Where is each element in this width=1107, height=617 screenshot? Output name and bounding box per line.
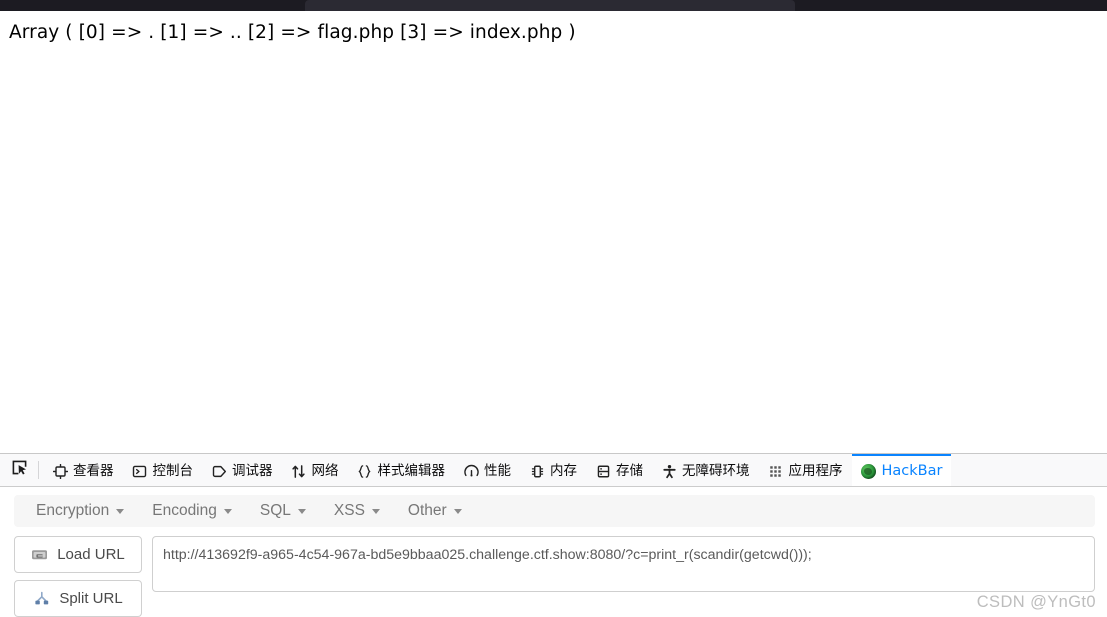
network-arrows-icon (291, 463, 307, 479)
split-url-icon (33, 591, 51, 607)
chevron-down-icon (453, 508, 462, 514)
tab-inspector[interactable]: 查看器 (43, 454, 123, 486)
tab-label: 查看器 (73, 462, 114, 479)
tab-application[interactable]: 应用程序 (759, 454, 852, 486)
tab-accessibility[interactable]: 无障碍环境 (652, 454, 759, 486)
browser-tab-strip (0, 0, 1107, 11)
toolbar-divider (38, 461, 39, 479)
tab-label: 无障碍环境 (682, 462, 750, 479)
inspector-target-icon (52, 463, 68, 479)
tab-label: 调试器 (232, 462, 273, 479)
memory-chip-icon (529, 463, 545, 479)
element-picker-icon (11, 459, 28, 481)
url-input[interactable] (152, 536, 1095, 592)
tab-network[interactable]: 网络 (282, 454, 348, 486)
tab-label: 内存 (550, 462, 577, 479)
tab-label: 存储 (616, 462, 643, 479)
tab-storage[interactable]: 存储 (586, 454, 652, 486)
chevron-down-icon (116, 508, 125, 514)
menu-encryption[interactable]: Encryption (22, 496, 138, 526)
split-url-button[interactable]: Split URL (14, 580, 142, 617)
accessibility-person-icon (661, 463, 677, 479)
menu-xss[interactable]: XSS (320, 496, 394, 526)
browser-tab[interactable] (305, 0, 795, 11)
chevron-down-icon (297, 508, 306, 514)
tab-performance[interactable]: 性能 (454, 454, 520, 486)
chevron-down-icon (223, 508, 232, 514)
menu-label: Encoding (152, 502, 217, 519)
tab-label: 控制台 (152, 462, 194, 479)
load-url-icon (31, 547, 49, 563)
tab-memory[interactable]: 内存 (520, 454, 586, 486)
hackbar-url-wrapper (152, 536, 1095, 617)
hackbar-globe-icon (861, 463, 877, 479)
tab-console[interactable]: 控制台 (123, 454, 203, 486)
braces-icon (357, 463, 373, 479)
storage-database-icon (595, 463, 611, 479)
page-viewport: Array ( [0] => . [1] => .. [2] => flag.p… (0, 11, 1107, 453)
tab-label: 样式编辑器 (377, 462, 446, 479)
gauge-icon (463, 463, 479, 479)
menu-label: XSS (333, 502, 365, 519)
menu-label: Encryption (36, 502, 110, 519)
button-label: Split URL (59, 590, 123, 607)
menu-encoding[interactable]: Encoding (138, 496, 246, 526)
devtools-panel: 查看器 控制台 调试器 网络 样式编辑器 性能 内存 存储 无障碍环境 应用程序… (0, 453, 1107, 617)
menu-other[interactable]: Other (394, 496, 476, 526)
page-body-text: Array ( [0] => . [1] => .. [2] => flag.p… (9, 22, 576, 43)
hackbar-action-buttons: Load URL Split URL (14, 536, 142, 617)
element-picker-button[interactable] (4, 454, 34, 486)
menu-sql[interactable]: SQL (246, 496, 320, 526)
menu-label: Other (407, 502, 447, 519)
menu-label: SQL (259, 502, 291, 519)
tab-label: HackBar (881, 462, 943, 479)
tab-label: 应用程序 (788, 462, 843, 479)
debugger-tag-icon (211, 463, 227, 479)
button-label: Load URL (57, 546, 125, 563)
chevron-down-icon (371, 508, 380, 514)
tab-label: 网络 (311, 462, 339, 479)
tab-hackbar[interactable]: HackBar (851, 454, 952, 486)
tab-debugger[interactable]: 调试器 (202, 454, 282, 486)
console-prompt-icon (132, 463, 148, 479)
load-url-button[interactable]: Load URL (14, 536, 142, 573)
hackbar-menubar: Encryption Encoding SQL XSS Other (14, 495, 1095, 527)
tab-label: 性能 (484, 462, 511, 479)
tab-style-editor[interactable]: 样式编辑器 (348, 454, 455, 486)
devtools-toolbar: 查看器 控制台 调试器 网络 样式编辑器 性能 内存 存储 无障碍环境 应用程序… (0, 454, 1107, 487)
grid-dots-icon (768, 463, 784, 479)
hackbar-body: Load URL Split URL (0, 536, 1107, 617)
